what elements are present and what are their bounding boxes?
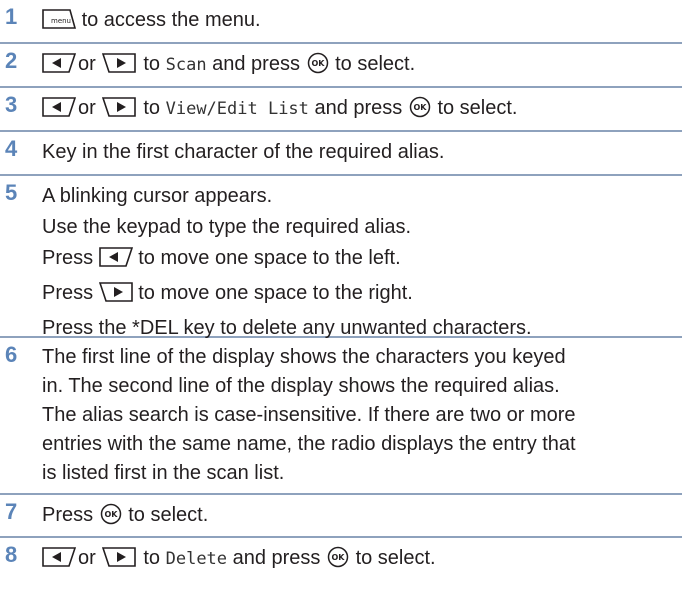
step-number: 2 bbox=[5, 48, 18, 73]
left-arrow-key-icon bbox=[42, 52, 77, 84]
step-text-line: in. The second line of the display shows… bbox=[42, 375, 560, 397]
step-text: to move one space to the right. bbox=[138, 282, 413, 304]
step-number: 4 bbox=[5, 136, 18, 161]
right-arrow-key-icon bbox=[101, 96, 136, 128]
step-text: to move one space to the left. bbox=[138, 247, 401, 269]
step-5: 5 A blinking cursor appears. Use the key… bbox=[0, 176, 682, 339]
step-text-line: entries with the same name, the radio di… bbox=[42, 433, 576, 455]
to-text: to bbox=[143, 53, 161, 75]
step-number: 1 bbox=[5, 4, 18, 29]
step-number: 6 bbox=[5, 342, 18, 367]
menu-target: Delete bbox=[165, 549, 228, 569]
right-arrow-key-icon bbox=[98, 281, 133, 313]
step-7: 7 Press OK to select. bbox=[0, 495, 682, 538]
menu-target: Scan bbox=[165, 55, 207, 75]
right-arrow-key-icon bbox=[101, 52, 136, 84]
press-text: Press bbox=[42, 504, 94, 526]
step-3: 3 or to View/Edit List and press OK to s… bbox=[0, 88, 682, 132]
step-4: 4 Key in the first character of the requ… bbox=[0, 132, 682, 176]
select-text: to select. bbox=[335, 53, 416, 75]
left-arrow-key-icon bbox=[98, 246, 133, 278]
step-number: 3 bbox=[5, 92, 18, 117]
or-text: or bbox=[78, 53, 96, 75]
step-2: 2 or to Scan and press OK to select. bbox=[0, 44, 682, 88]
svg-text:OK: OK bbox=[332, 553, 346, 562]
ok-key-icon: OK bbox=[99, 503, 123, 535]
step-8: 8 or to Delete and press OK to select. bbox=[0, 538, 682, 582]
instruction-steps: 1 menu to access the menu. 2 or to Scan … bbox=[0, 0, 682, 582]
press-text: and press bbox=[314, 97, 403, 119]
svg-text:OK: OK bbox=[413, 103, 427, 112]
menu-key-label: menu bbox=[51, 17, 71, 25]
step-1: 1 menu to access the menu. bbox=[0, 0, 682, 44]
step-text-line: is listed first in the scan list. bbox=[42, 462, 285, 484]
step-paragraph: The first line of the display shows the … bbox=[42, 343, 682, 492]
to-text: to bbox=[143, 547, 161, 569]
step-6: 6 The first line of the display shows th… bbox=[0, 338, 682, 495]
step-text: Key in the first character of the requir… bbox=[42, 141, 445, 163]
to-text: to bbox=[143, 97, 161, 119]
step-number: 7 bbox=[5, 499, 18, 524]
press-text: and press bbox=[212, 53, 300, 75]
press-text: and press bbox=[232, 547, 321, 569]
step-number: 8 bbox=[5, 542, 18, 567]
svg-text:OK: OK bbox=[311, 59, 325, 68]
or-text: or bbox=[78, 547, 96, 569]
left-arrow-key-icon bbox=[42, 546, 77, 578]
select-text: to select. bbox=[355, 547, 436, 569]
step-number: 5 bbox=[5, 180, 18, 205]
press-text: Press bbox=[42, 282, 94, 304]
press-text: Press bbox=[42, 247, 94, 269]
right-arrow-key-icon bbox=[101, 546, 136, 578]
ok-key-icon: OK bbox=[326, 546, 350, 578]
step-text-line: A blinking cursor appears. bbox=[42, 185, 273, 207]
step-text-line: Use the keypad to type the required alia… bbox=[42, 216, 412, 238]
select-text: to select. bbox=[128, 504, 209, 526]
menu-target: View/Edit List bbox=[165, 99, 309, 119]
or-text: or bbox=[78, 97, 96, 119]
svg-text:OK: OK bbox=[104, 510, 118, 519]
ok-key-icon: OK bbox=[408, 96, 432, 128]
left-arrow-key-icon bbox=[42, 96, 77, 128]
ok-key-icon: OK bbox=[306, 52, 330, 84]
step-text-line: The alias search is case-insensitive. If… bbox=[42, 404, 576, 426]
step-text: to access the menu. bbox=[81, 9, 261, 31]
step-text-line: The first line of the display shows the … bbox=[42, 346, 566, 368]
select-text: to select. bbox=[437, 97, 518, 119]
menu-key-icon: menu bbox=[42, 8, 77, 40]
